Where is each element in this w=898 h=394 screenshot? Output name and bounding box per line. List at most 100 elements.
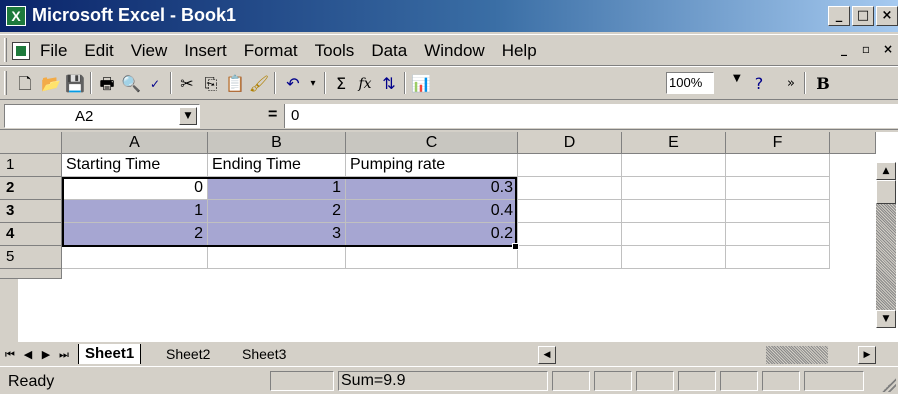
cell-d5[interactable] [518,246,622,269]
maximize-button[interactable]: □ [852,6,874,26]
cell-b3[interactable]: 2 [208,200,346,223]
column-header-a[interactable]: A [62,132,208,154]
cell-d3[interactable] [518,200,622,223]
cell-f4[interactable] [726,223,830,246]
cell-e5[interactable] [622,246,726,269]
sheet-tab-sheet2[interactable]: Sheet2 [160,344,216,364]
prev-sheet-icon[interactable]: ◀ [20,346,36,364]
scroll-left-icon[interactable]: ◀ [538,346,556,364]
sheet-tab-sheet3[interactable]: Sheet3 [236,344,292,364]
spelling-icon[interactable]: ✓ [144,73,166,95]
workbook-restore-button[interactable]: ▫ [856,41,876,59]
cell-b1[interactable]: Ending Time [208,154,346,177]
column-header-b[interactable]: B [208,132,346,154]
cell-b2[interactable]: 1 [208,177,346,200]
menu-file[interactable]: File [40,41,67,61]
row-header-2[interactable]: 2 [0,177,62,200]
format-painter-icon[interactable]: 🖌 [248,73,270,95]
vertical-scroll-track[interactable] [876,204,896,310]
workbook-minimize-button[interactable]: _ [834,41,854,59]
toolbar-drag-handle[interactable] [4,71,7,95]
cell-b4[interactable]: 3 [208,223,346,246]
fill-handle[interactable] [512,243,519,250]
resize-grip-icon[interactable] [882,378,896,392]
column-header-e[interactable]: E [622,132,726,154]
cut-icon[interactable]: ✂ [176,73,198,95]
zoom-dropdown-icon[interactable]: ▼ [733,73,741,84]
cell-a5[interactable] [62,246,208,269]
scroll-up-icon[interactable]: ▲ [876,162,896,180]
row-header-6-partial[interactable] [0,269,62,279]
help-icon[interactable]: ? [748,73,770,95]
undo-dropdown-icon[interactable]: ▾ [302,73,324,95]
menu-drag-handle[interactable] [4,38,7,62]
cell-d4[interactable] [518,223,622,246]
column-header-c[interactable]: C [346,132,518,154]
column-header-f[interactable]: F [726,132,830,154]
cell-c4[interactable]: 0.2 [346,223,518,246]
select-all-corner[interactable] [0,132,62,154]
cell-d1[interactable] [518,154,622,177]
column-header-g-partial[interactable] [830,132,876,154]
name-box-dropdown-icon[interactable]: ▼ [179,107,197,125]
print-icon[interactable]: 🖶 [96,73,118,95]
cell-a4[interactable]: 2 [62,223,208,246]
vertical-scrollbar[interactable]: ▲ ▼ [876,162,896,328]
row-header-5[interactable]: 5 [0,246,62,269]
first-sheet-icon[interactable]: ⏮ [2,346,18,364]
row-header-3[interactable]: 3 [0,200,62,223]
workbook-icon[interactable] [12,42,30,60]
undo-icon[interactable]: ↶ [282,73,304,95]
cell-c2[interactable]: 0.3 [346,177,518,200]
scroll-right-icon[interactable]: ▶ [858,346,876,364]
print-preview-icon[interactable]: 🔍 [120,73,142,95]
minimize-button[interactable]: _ [828,6,850,26]
new-icon[interactable]: 🗋 [14,73,36,95]
cell-e1[interactable] [622,154,726,177]
horizontal-scroll-track[interactable] [556,346,858,364]
cell-e3[interactable] [622,200,726,223]
cell-c1[interactable]: Pumping rate [346,154,518,177]
excel-app-icon[interactable]: X [6,6,26,26]
toolbar-overflow-icon[interactable]: » [780,73,802,95]
cell-e2[interactable] [622,177,726,200]
title-bar[interactable]: X Microsoft Excel - Book1 _ □ × [0,0,898,32]
horizontal-scroll-thumb[interactable] [766,346,828,364]
function-icon[interactable]: fx [354,73,376,95]
cell-f1[interactable] [726,154,830,177]
name-box[interactable]: A2 ▼ [4,104,200,128]
menu-view[interactable]: View [131,41,168,61]
chart-wizard-icon[interactable]: 📊 [410,73,432,95]
menu-tools[interactable]: Tools [315,41,355,61]
sort-ascending-icon[interactable]: ⇅ [378,73,400,95]
autosum-icon[interactable]: Σ [330,73,352,95]
cell-f5[interactable] [726,246,830,269]
cell-f2[interactable] [726,177,830,200]
menu-window[interactable]: Window [424,41,484,61]
open-icon[interactable]: 📂 [40,73,62,95]
vertical-scroll-thumb[interactable] [876,180,896,204]
menu-insert[interactable]: Insert [184,41,227,61]
menu-data[interactable]: Data [371,41,407,61]
row-header-1[interactable]: 1 [0,154,62,177]
scroll-down-icon[interactable]: ▼ [876,310,896,328]
menu-format[interactable]: Format [244,41,298,61]
last-sheet-icon[interactable]: ⏭ [56,346,72,364]
menu-help[interactable]: Help [502,41,537,61]
sheet-tab-sheet1[interactable]: Sheet1 [78,344,142,364]
cell-c5[interactable] [346,246,518,269]
cell-a2-active[interactable]: 0 [62,177,208,200]
formula-input[interactable]: 0 [284,104,898,128]
cell-b5[interactable] [208,246,346,269]
paste-icon[interactable]: 📋 [224,73,246,95]
copy-icon[interactable]: ⎘ [200,73,222,95]
cell-a3[interactable]: 1 [62,200,208,223]
horizontal-scrollbar[interactable]: ◀ ▶ [538,346,876,364]
cell-c3[interactable]: 0.4 [346,200,518,223]
menu-edit[interactable]: Edit [84,41,113,61]
close-button[interactable]: × [876,6,898,26]
cell-f3[interactable] [726,200,830,223]
cell-a1[interactable]: Starting Time [62,154,208,177]
row-header-4[interactable]: 4 [0,223,62,246]
cell-e4[interactable] [622,223,726,246]
